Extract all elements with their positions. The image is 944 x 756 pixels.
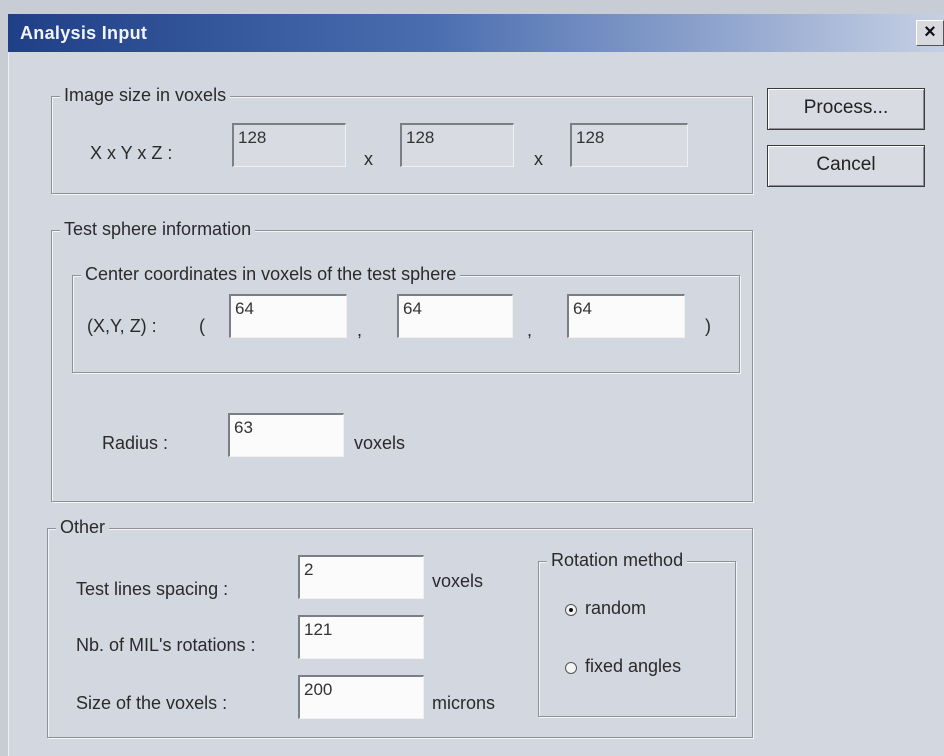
- rotation-method-group: Rotation method random fixed angles: [538, 550, 736, 717]
- test-sphere-group: Test sphere information Center coordinat…: [51, 219, 753, 502]
- center-coords-group: Center coordinates in voxels of the test…: [72, 264, 740, 373]
- other-group: Other Test lines spacing : 2 voxels Nb. …: [47, 517, 753, 738]
- xyz-label: X x Y x Z :: [90, 143, 173, 163]
- radius-label: Radius :: [102, 433, 169, 453]
- image-size-legend: Image size in voxels: [60, 85, 231, 106]
- test-lines-spacing-unit: voxels: [432, 571, 484, 591]
- dialog-body: Image size in voxels X x Y x Z : 128 x 1…: [8, 52, 944, 756]
- window-title: Analysis Input: [20, 23, 148, 43]
- radio-fixed-angles-label: fixed angles: [585, 656, 682, 676]
- comma-1: ,: [357, 320, 363, 340]
- close-icon: ×: [924, 21, 936, 43]
- radio-random[interactable]: random: [565, 598, 715, 624]
- radio-random-label: random: [585, 598, 647, 618]
- radius-field[interactable]: 63: [228, 413, 344, 457]
- center-y-field[interactable]: 64: [397, 294, 513, 338]
- radio-unselected-icon: [565, 662, 577, 674]
- test-lines-spacing-field[interactable]: 2: [298, 555, 424, 599]
- mil-rotations-field[interactable]: 121: [298, 615, 424, 659]
- center-coords-legend: Center coordinates in voxels of the test…: [81, 264, 461, 285]
- cancel-button[interactable]: Cancel: [767, 145, 925, 187]
- radio-selected-icon: [565, 604, 577, 616]
- center-x-field[interactable]: 64: [229, 294, 347, 338]
- radius-unit: voxels: [354, 433, 406, 453]
- center-z-field[interactable]: 64: [567, 294, 685, 338]
- test-sphere-legend: Test sphere information: [60, 219, 256, 240]
- other-legend: Other: [56, 517, 110, 538]
- voxel-size-field[interactable]: 200: [298, 675, 424, 719]
- rotation-method-legend: Rotation method: [547, 550, 688, 571]
- radio-fixed-angles[interactable]: fixed angles: [565, 656, 725, 682]
- test-lines-spacing-label: Test lines spacing :: [76, 579, 229, 599]
- image-size-group: Image size in voxels X x Y x Z : 128 x 1…: [51, 85, 753, 194]
- image-size-z-field[interactable]: 128: [570, 123, 688, 167]
- process-button[interactable]: Process...: [767, 88, 925, 130]
- voxel-size-unit: microns: [432, 693, 496, 713]
- open-paren: (: [199, 316, 205, 336]
- times-sep-2: x: [534, 149, 543, 169]
- close-paren: ): [705, 316, 711, 336]
- image-size-y-field[interactable]: 128: [400, 123, 514, 167]
- times-sep-1: x: [364, 149, 373, 169]
- mil-rotations-label: Nb. of MIL's rotations :: [76, 635, 256, 655]
- title-bar[interactable]: Analysis Input ×: [8, 14, 944, 52]
- comma-2: ,: [527, 320, 533, 340]
- image-size-x-field[interactable]: 128: [232, 123, 346, 167]
- center-xyz-label: (X,Y, Z) :: [87, 316, 157, 336]
- close-button[interactable]: ×: [916, 20, 944, 46]
- voxel-size-label: Size of the voxels :: [76, 693, 228, 713]
